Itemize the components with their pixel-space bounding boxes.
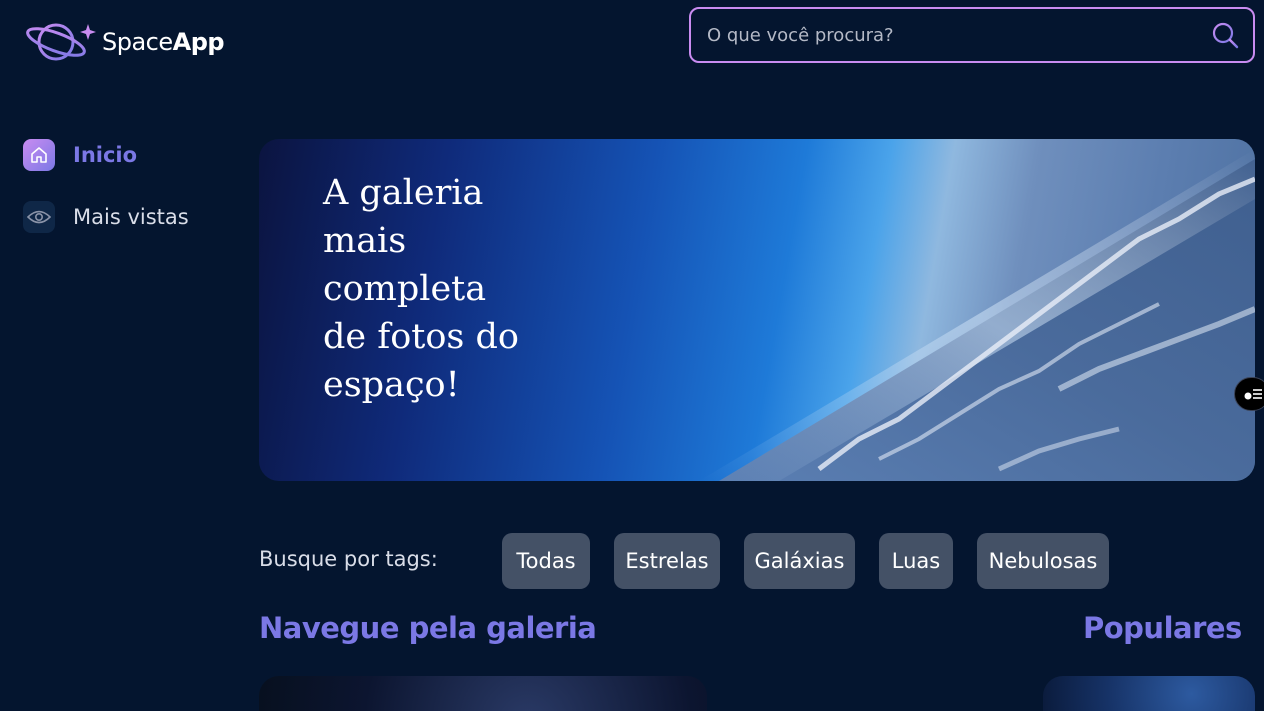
home-icon <box>23 139 55 171</box>
hero-banner: A galeria mais completa de fotos do espa… <box>259 139 1255 481</box>
sidebar-item-label: Inicio <box>73 143 138 167</box>
tag-estrelas[interactable]: Estrelas <box>614 533 720 589</box>
banner-title: A galeria mais completa de fotos do espa… <box>323 173 519 405</box>
popular-card[interactable] <box>1043 676 1255 711</box>
tag-nebulosas[interactable]: Nebulosas <box>977 533 1109 589</box>
sidebar-item-label: Mais vistas <box>73 205 189 229</box>
tag-todas[interactable]: Todas <box>502 533 590 589</box>
eye-icon <box>23 201 55 233</box>
sidebar-item-inicio[interactable]: Inicio <box>23 139 189 171</box>
tags-label: Busque por tags: <box>259 547 438 571</box>
gallery-heading: Navegue pela galeria <box>259 611 597 645</box>
gallery-card[interactable] <box>259 676 707 711</box>
tag-galaxias[interactable]: Galáxias <box>744 533 855 589</box>
tag-luas[interactable]: Luas <box>879 533 953 589</box>
search-bar[interactable] <box>689 7 1255 63</box>
search-icon[interactable] <box>1211 21 1239 49</box>
app-logo[interactable]: SpaceApp <box>24 18 225 66</box>
planet-logo-icon <box>26 23 96 61</box>
list-settings-icon <box>1244 389 1262 400</box>
sidebar-nav: Inicio Mais vistas <box>23 139 189 263</box>
logo-wordmark: SpaceApp <box>102 28 225 56</box>
search-input[interactable] <box>707 24 1211 46</box>
popular-heading: Populares <box>1083 611 1242 645</box>
sidebar-item-mais-vistas[interactable]: Mais vistas <box>23 201 189 233</box>
floating-toolbar-handle[interactable] <box>1234 377 1264 411</box>
